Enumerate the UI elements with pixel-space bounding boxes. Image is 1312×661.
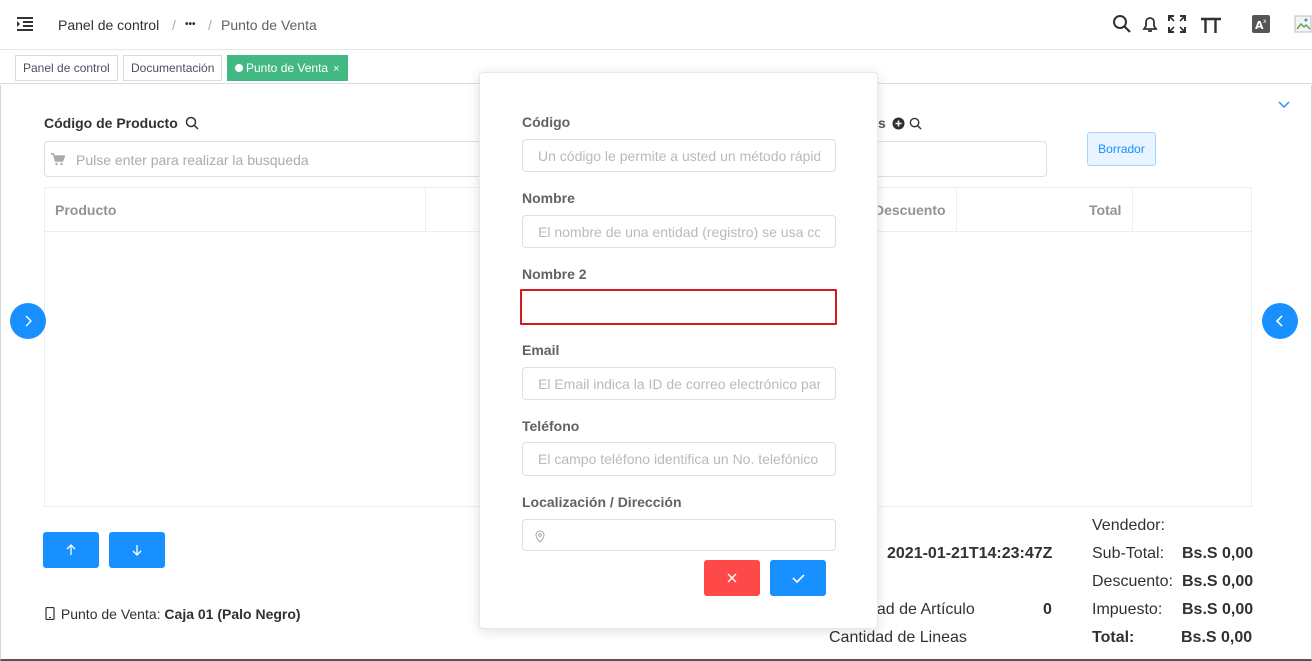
move-up-button[interactable] <box>43 532 99 568</box>
discount-label: Descuento: <box>1092 573 1173 590</box>
tax-value: Bs.S 0,00 <box>1182 601 1254 618</box>
translate-icon[interactable]: Ax <box>1251 14 1271 34</box>
cart-icon <box>51 153 66 171</box>
move-down-button[interactable] <box>109 532 165 568</box>
pos-value[interactable]: Caja 01 (Palo Negro) <box>164 606 300 622</box>
column-descuento[interactable]: Descuento <box>874 202 946 218</box>
breadcrumb-separator: / <box>172 17 176 33</box>
total-value: Bs.S 0,00 <box>1181 629 1253 646</box>
email-label: Email <box>522 342 560 358</box>
product-search-placeholder: Pulse enter para realizar la busqueda <box>76 152 309 168</box>
search-icon[interactable] <box>185 116 199 133</box>
column-producto[interactable]: Producto <box>55 202 116 218</box>
location-label: Localización / Dirección <box>522 494 682 510</box>
order-date: 2021-01-21T14:23:47Z <box>887 545 1053 562</box>
product-search-input[interactable]: Pulse enter para realizar la busqueda <box>44 141 514 177</box>
chevron-left-icon <box>1275 315 1283 327</box>
plus-circle-icon[interactable] <box>892 117 905 133</box>
business-partner-label: s <box>878 115 922 133</box>
mobile-icon <box>45 606 55 623</box>
column-divider <box>425 188 426 232</box>
cancel-button[interactable] <box>704 560 760 596</box>
column-total[interactable]: Total <box>1089 202 1121 218</box>
phone-label: Teléfono <box>522 418 580 434</box>
breadcrumb-current: Punto de Venta <box>221 17 317 33</box>
name2-field[interactable] <box>520 289 837 325</box>
location-field[interactable] <box>522 519 836 551</box>
new-customer-popover: Código Nombre Nombre 2 Email Teléfono Lo… <box>479 72 878 629</box>
subtotal-value: Bs.S 0,00 <box>1182 545 1254 562</box>
breadcrumb-separator: / <box>208 17 212 33</box>
arrow-down-icon <box>132 545 142 556</box>
check-icon <box>792 574 805 584</box>
phone-input[interactable] <box>523 443 835 475</box>
expand-left-button[interactable] <box>10 303 46 339</box>
article-qty-label: dad de Artículo <box>868 601 975 618</box>
column-divider <box>956 188 957 232</box>
name-input[interactable] <box>523 216 835 247</box>
tag-label: Punto de Venta <box>246 61 329 75</box>
chevron-down-icon[interactable] <box>1277 96 1291 114</box>
close-icon <box>727 573 737 583</box>
total-label: Total: <box>1092 629 1135 646</box>
menu-fold-icon[interactable] <box>16 16 34 32</box>
name2-input[interactable] <box>522 291 835 323</box>
name-field[interactable] <box>522 215 836 248</box>
point-of-sale-info: Punto de Venta: Caja 01 (Palo Negro) <box>45 606 301 623</box>
draft-button[interactable]: Borrador <box>1087 132 1156 166</box>
chevron-right-icon <box>25 315 32 327</box>
business-partner-label-text: s <box>878 115 886 131</box>
navbar: Panel de control / ••• / Punto de Venta … <box>0 0 1312 50</box>
article-qty-value: 0 <box>1043 601 1052 618</box>
business-partner-input[interactable] <box>858 141 1047 177</box>
bell-icon[interactable] <box>1140 14 1160 34</box>
svg-text:x: x <box>1263 18 1267 25</box>
email-field[interactable] <box>522 367 836 400</box>
search-icon[interactable] <box>909 117 922 133</box>
vendor-label: Vendedor: <box>1092 517 1165 534</box>
confirm-button[interactable] <box>770 560 826 596</box>
email-input[interactable] <box>523 368 835 399</box>
lines-qty-label: Cantidad de Lineas <box>829 629 967 646</box>
breadcrumb-ellipsis[interactable]: ••• <box>185 19 196 30</box>
tag-documentacion[interactable]: Documentación <box>123 55 223 81</box>
subtotal-label: Sub-Total: <box>1092 545 1165 562</box>
tag-label: Documentación <box>131 61 215 75</box>
code-input[interactable] <box>523 140 835 171</box>
tag-label: Panel de control <box>23 61 110 75</box>
tag-panel-de-control[interactable]: Panel de control <box>15 55 118 81</box>
fullscreen-icon[interactable] <box>1167 14 1187 34</box>
avatar-icon[interactable] <box>1294 14 1312 34</box>
close-icon[interactable]: × <box>333 63 339 75</box>
code-label: Código <box>522 114 571 130</box>
name-label: Nombre <box>522 190 575 206</box>
font-size-icon[interactable] <box>1200 14 1221 34</box>
expand-right-button[interactable] <box>1262 303 1298 339</box>
arrow-up-icon <box>66 544 76 555</box>
discount-value: Bs.S 0,00 <box>1182 573 1254 590</box>
code-field[interactable] <box>522 139 836 172</box>
pos-label: Punto de Venta: <box>60 606 161 622</box>
name2-label: Nombre 2 <box>522 266 587 282</box>
phone-field[interactable] <box>522 442 836 476</box>
location-icon <box>534 530 546 548</box>
product-code-label-text: Código de Producto <box>44 115 178 131</box>
search-icon[interactable] <box>1112 14 1132 34</box>
column-divider <box>1132 188 1133 232</box>
breadcrumb-home[interactable]: Panel de control <box>58 17 159 33</box>
tag-punto-de-venta[interactable]: Punto de Venta × <box>227 55 348 81</box>
product-code-label: Código de Producto <box>44 115 199 133</box>
active-dot-icon <box>235 64 243 72</box>
tax-label: Impuesto: <box>1092 601 1163 618</box>
